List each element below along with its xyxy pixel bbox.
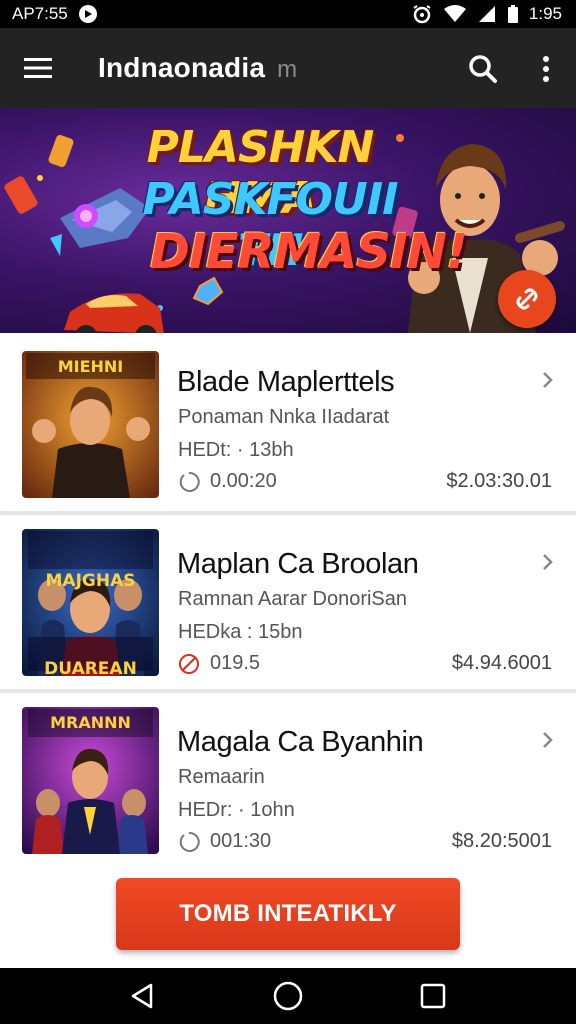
item-meta: HEDka : 15bn (178, 621, 303, 643)
item-thumbnail: MIEHNI (22, 351, 159, 498)
battery-icon (507, 4, 519, 24)
item-time-text: 019.5 (210, 652, 261, 674)
item-meta: HEDt: · 13bh (178, 439, 294, 461)
more-options-button[interactable] (526, 46, 566, 92)
item-thumbnail: MAJGHAS DUAREAN (22, 529, 159, 676)
home-button[interactable] (258, 968, 318, 1024)
status-right: 1:95 (411, 4, 562, 24)
link-icon (516, 288, 538, 310)
home-icon (273, 981, 303, 1011)
system-nav-bar (0, 968, 576, 1024)
item-price: $4.94.6001 (451, 652, 552, 674)
banner-headline-3: DIERMASIN! (150, 224, 468, 280)
no-entry-icon (179, 653, 199, 674)
thumbnail-caption: MRANNN (50, 713, 131, 732)
menu-button[interactable] (0, 28, 76, 108)
chevron-right-icon[interactable] (539, 729, 557, 751)
item-duration: 0.00:20 (178, 470, 277, 493)
thumbnail-caption: MAJGHAS DUAREAN (44, 571, 137, 676)
item-duration: 001:30 (178, 830, 271, 853)
search-icon (469, 55, 497, 83)
banner-fab-button[interactable] (498, 270, 556, 328)
app-title-suffix: m (277, 56, 298, 83)
status-left: AP7:55 (12, 4, 98, 24)
item-time-text: 0.00:20 (210, 470, 277, 492)
item-subtitle: Remaarin (178, 766, 265, 788)
timer-icon (179, 471, 200, 492)
back-icon (131, 983, 152, 1009)
back-button[interactable] (113, 968, 173, 1024)
item-meta: HEDr: · 1ohn (178, 799, 295, 821)
promo-banner[interactable]: PLASHKN HMA PASKFOUII TH DIERMASIN! (0, 108, 576, 333)
list-item[interactable]: MAJGHAS DUAREAN Maplan Ca Broolan Ramnan… (0, 515, 576, 691)
status-time-left: AP7:55 (12, 4, 68, 23)
search-button[interactable] (460, 46, 506, 92)
app-title-text: Indnaonadia (98, 52, 266, 83)
item-title: Maplan Ca Broolan (177, 548, 419, 580)
item-price: $2.03:30.01 (446, 470, 552, 492)
timer-icon (179, 831, 200, 852)
signal-icon (477, 4, 497, 24)
item-thumbnail: MRANNN (22, 707, 159, 854)
more-vert-icon (543, 56, 549, 82)
list-item[interactable]: MRANNN Magala Ca Byanhin Remaarin HEDr: … (0, 693, 576, 869)
status-bar: AP7:55 1:95 (0, 0, 576, 28)
item-duration: 019.5 (178, 652, 260, 675)
item-subtitle: Ramnan Aarar DonoriSan (178, 588, 408, 610)
status-time-right: 1:95 (528, 4, 562, 23)
item-subtitle: Ponaman Nnka IIadarat (178, 406, 390, 428)
recents-icon (421, 983, 446, 1009)
item-time-text: 001:30 (210, 830, 272, 852)
item-price: $8.20:5001 (451, 830, 552, 852)
menu-icon (24, 58, 52, 78)
wifi-icon (443, 4, 467, 24)
primary-action-button[interactable]: TOMB INTEATIKLY (116, 878, 460, 950)
chevron-right-icon[interactable] (539, 551, 557, 573)
item-title: Magala Ca Byanhin (177, 726, 424, 758)
notification-icon (78, 4, 98, 24)
recents-button[interactable] (403, 968, 463, 1024)
alarm-icon (411, 4, 433, 24)
page-title: Indnaonadia m (98, 52, 297, 84)
item-title: Blade Maplerttels (177, 366, 395, 398)
thumbnail-caption: MIEHNI (57, 357, 124, 376)
chevron-right-icon[interactable] (539, 369, 557, 391)
list-item[interactable]: MIEHNI Blade Maplerttels Ponaman Nnka II… (0, 333, 576, 509)
app-bar: Indnaonadia m (0, 28, 576, 108)
